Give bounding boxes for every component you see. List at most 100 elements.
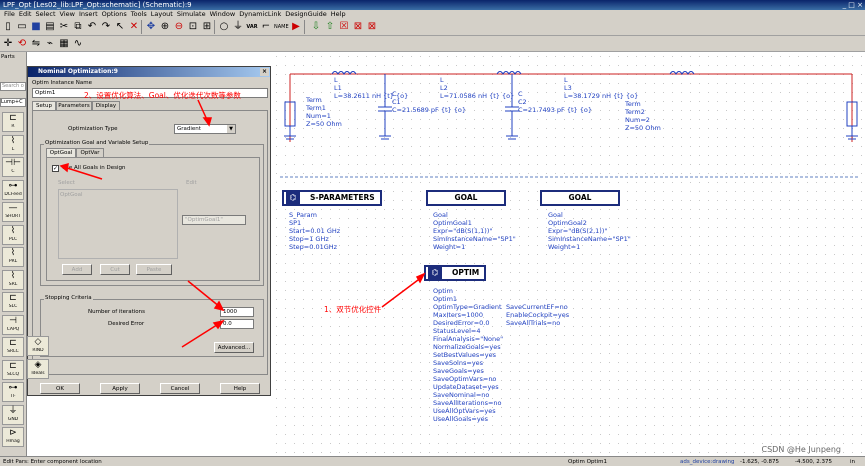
cancel-button[interactable]: Cancel xyxy=(160,383,200,394)
menu-edit[interactable]: Edit xyxy=(19,10,32,18)
palette-item-plc[interactable]: ⌇ PLC xyxy=(2,224,24,245)
optim-text-left[interactable]: Optim Optim1 OptimType=Gradient MaxIters… xyxy=(433,287,503,423)
term2-label[interactable]: Term Term2 Num=2 Z=50 Ohm xyxy=(625,100,661,132)
schematic-canvas[interactable]: L L1 L=38.2611 nH {t} {o} C C1 C=21.5689… xyxy=(272,52,865,456)
wave-icon[interactable]: ∿ xyxy=(72,38,84,50)
palette-item-r[interactable]: ⊏ R xyxy=(2,112,24,132)
menu-simulate[interactable]: Simulate xyxy=(177,10,206,18)
tab-optvar[interactable]: OptVar xyxy=(76,148,104,157)
use-all-goals-checkbox[interactable]: ✓ xyxy=(52,165,59,172)
optimization-type-select[interactable]: Gradient ▼ xyxy=(174,124,236,134)
pointer-icon[interactable]: ↖ xyxy=(114,21,126,33)
zoom-in-icon[interactable]: ⊕ xyxy=(159,21,171,33)
s-parameters-text[interactable]: S_Param SP1 Start=0.01 GHz Stop=1 GHz St… xyxy=(289,211,340,251)
dialog-close-icon[interactable]: × xyxy=(260,68,269,76)
zoom-fit-icon[interactable]: ⊞ xyxy=(201,21,213,33)
menu-help[interactable]: Help xyxy=(331,10,346,18)
menu-options[interactable]: Options xyxy=(102,10,127,18)
palette-search-input[interactable]: Search o xyxy=(0,82,26,91)
tune-icon[interactable]: ⌁ xyxy=(44,38,56,50)
palette-item-tf[interactable]: ⊶ TF xyxy=(2,382,24,402)
palette-item-hmag[interactable]: ⊳ Hmag xyxy=(2,427,24,447)
chevron-down-icon[interactable]: ▼ xyxy=(227,125,235,133)
goal-option-select[interactable]: "OptimGoal1" xyxy=(182,215,246,225)
grid-icon[interactable]: ▦ xyxy=(58,38,70,50)
palette-item-ideals[interactable]: ◈ Ideals xyxy=(27,358,49,379)
palette-item-prl[interactable]: ⌇ PRL xyxy=(2,247,24,267)
activate-icon[interactable]: ⊠ xyxy=(366,21,378,33)
term1-label[interactable]: Term Term1 Num=1 Z=50 Ohm xyxy=(306,96,342,128)
goal1-text[interactable]: Goal OptimGoal1 Expr="dB(S(1,1))" SimIns… xyxy=(433,211,516,251)
goal2-text[interactable]: Goal OptimGoal2 Expr="dB(S(2,1))" SimIns… xyxy=(548,211,631,251)
cut-button[interactable]: Cut xyxy=(100,264,130,275)
ok-button[interactable]: OK xyxy=(40,383,80,394)
menu-select[interactable]: Select xyxy=(35,10,55,18)
desired-error-input[interactable]: 0.0 xyxy=(220,319,254,329)
palette-item-slcq[interactable]: ⊏ SLCQ xyxy=(2,359,24,380)
menu-designguide[interactable]: DesignGuide xyxy=(285,10,327,18)
menu-insert[interactable]: Insert xyxy=(79,10,98,18)
wire-icon[interactable]: ⌐ xyxy=(260,21,272,33)
window-controls[interactable]: _ □ × xyxy=(843,0,863,10)
goal1-block[interactable]: GOAL xyxy=(426,190,506,206)
push-down-icon[interactable]: ⇩ xyxy=(310,21,322,33)
advanced-button[interactable]: Advanced... xyxy=(214,342,254,353)
palette-item-gnd[interactable]: ⏚ GND xyxy=(2,404,24,425)
palette-item-l[interactable]: ⌇ L xyxy=(2,134,24,155)
simulate-icon[interactable]: ▶ xyxy=(290,21,302,33)
iterations-input[interactable]: 1000 xyxy=(220,307,254,317)
menu-window[interactable]: Window xyxy=(210,10,236,18)
goal-list[interactable] xyxy=(58,189,178,259)
redo-icon[interactable]: ↷ xyxy=(100,21,112,33)
deactivate-icon[interactable]: ☒ xyxy=(338,21,350,33)
move-icon[interactable]: ✥ xyxy=(145,21,157,33)
menu-tools[interactable]: Tools xyxy=(131,10,147,18)
optim-block[interactable]: ⌬ OPTIM xyxy=(424,265,486,281)
s-parameters-block[interactable]: ⌬ S-PARAMETERS xyxy=(282,190,382,206)
help-button[interactable]: Help xyxy=(220,383,260,394)
zoom-area-icon[interactable]: ⊡ xyxy=(187,21,199,33)
palette-item-capq[interactable]: ⊣ CAPQ xyxy=(2,314,24,335)
palette-item-c[interactable]: ⊣⊢ C xyxy=(2,157,24,177)
tab-parameters[interactable]: Parameters xyxy=(56,101,92,110)
menu-layout[interactable]: Layout xyxy=(151,10,173,18)
menu-file[interactable]: File xyxy=(4,10,15,18)
delete-icon[interactable]: ✕ xyxy=(128,21,140,33)
short-icon[interactable]: ⊠ xyxy=(352,21,364,33)
open-folder-icon[interactable]: ▭ xyxy=(16,21,28,33)
var-icon[interactable]: VAR xyxy=(246,21,258,33)
undo-icon[interactable]: ↶ xyxy=(86,21,98,33)
goal2-block[interactable]: GOAL xyxy=(540,190,620,206)
inductor-l2-label[interactable]: L L2 L=71.0586 nH {t} {o} xyxy=(440,76,514,100)
mirror-icon[interactable]: ⇋ xyxy=(30,38,42,50)
save-icon[interactable]: ■ xyxy=(30,21,42,33)
palette-item-short[interactable]: — SHORT xyxy=(2,202,24,222)
paste-button[interactable]: Paste xyxy=(136,264,172,275)
cross-icon[interactable]: ✛ xyxy=(2,38,14,50)
add-button[interactable]: Add xyxy=(62,264,92,275)
palette-library-select[interactable]: Lump+C xyxy=(0,98,26,107)
tab-setup[interactable]: Setup xyxy=(32,101,56,110)
rotate-icon[interactable]: ⟲ xyxy=(16,38,28,50)
cut-icon[interactable]: ✂ xyxy=(58,21,70,33)
palette-item-slc[interactable]: ⊏ SLC xyxy=(2,292,24,312)
pop-up-icon[interactable]: ⇧ xyxy=(324,21,336,33)
palette-item-srl[interactable]: ⌇ SRL xyxy=(2,269,24,290)
tab-display[interactable]: Display xyxy=(92,101,120,110)
port-icon[interactable]: ○ xyxy=(218,21,230,33)
menu-dynamiclink[interactable]: DynamicLink xyxy=(239,10,281,18)
copy-icon[interactable]: ⧉ xyxy=(72,21,84,33)
tab-optgoal[interactable]: OptGoal xyxy=(46,148,76,157)
new-file-icon[interactable]: ▯ xyxy=(2,21,14,33)
palette-item-rind[interactable]: ◇ RIND xyxy=(27,336,49,356)
inductor-l3-label[interactable]: L L3 L=38.1729 nH {t} {o} xyxy=(564,76,638,100)
zoom-out-icon[interactable]: ⊖ xyxy=(173,21,185,33)
name-icon[interactable]: NAME xyxy=(274,21,289,33)
optim-text-right[interactable]: SaveCurrentEF=no EnableCockpit=yes SaveA… xyxy=(506,303,569,327)
palette-item-srlc[interactable]: ⊏ SRLC xyxy=(2,337,24,357)
apply-button[interactable]: Apply xyxy=(100,383,140,394)
palette-item-dcfeed[interactable]: ⊶ DCFeed xyxy=(2,179,24,200)
print-icon[interactable]: ▤ xyxy=(44,21,56,33)
ground-icon[interactable]: ⏚ xyxy=(232,21,244,33)
menu-view[interactable]: View xyxy=(60,10,75,18)
